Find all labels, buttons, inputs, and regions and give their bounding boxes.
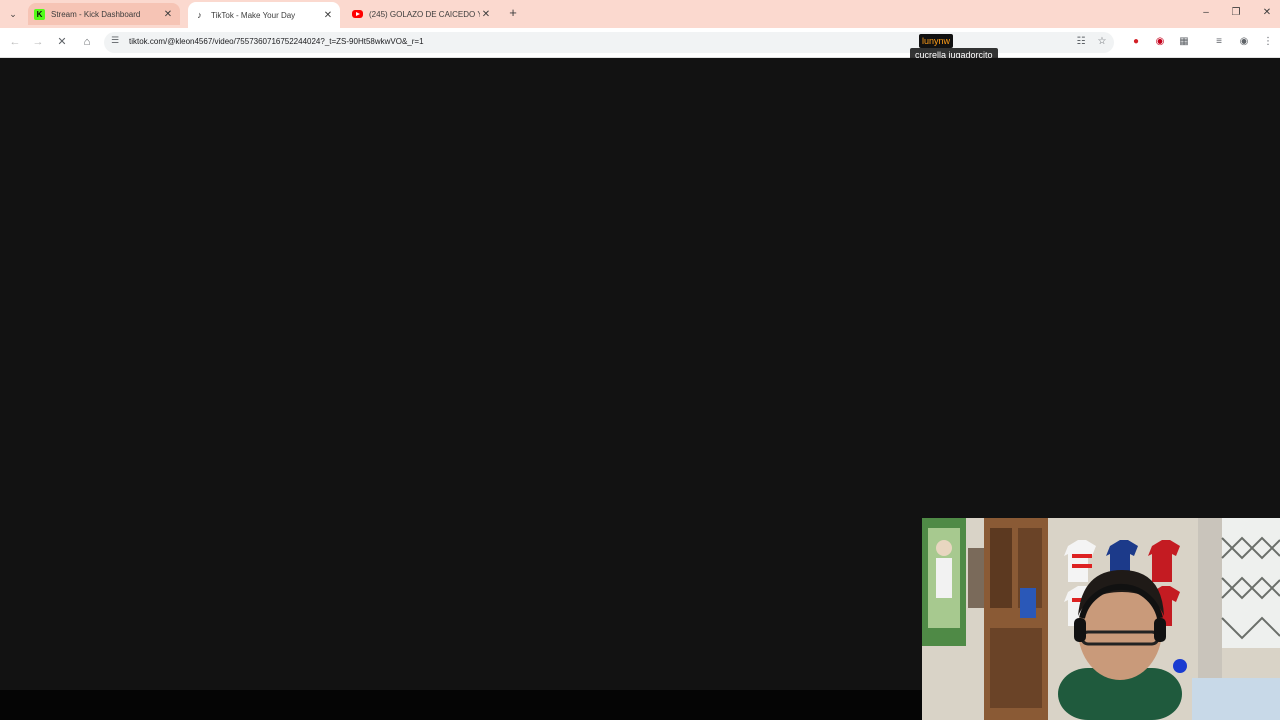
- browser-toolbar: ← → ✕ ⌂ ☰ tiktok.com/@kleon4567/video/75…: [0, 28, 1280, 58]
- new-tab-button[interactable]: +: [505, 5, 521, 21]
- reading-list-icon[interactable]: ≡: [1212, 35, 1226, 49]
- close-icon[interactable]: ✕: [322, 10, 334, 21]
- webcam-scene: [922, 518, 1280, 720]
- page-bottom-band: [0, 690, 922, 720]
- tiktok-icon: ♪: [197, 10, 202, 20]
- tab-kick-dashboard[interactable]: K Stream - Kick Dashboard ✕: [28, 3, 180, 25]
- tab-title: TikTok - Make Your Day: [211, 10, 296, 20]
- extension-icon[interactable]: ●: [1129, 35, 1143, 49]
- url-text: tiktok.com/@kleon4567/video/755736071675…: [129, 37, 424, 46]
- tab-strip: ⌄ K Stream - Kick Dashboard ✕ ♪ TikTok -…: [0, 0, 1280, 28]
- site-info-icon[interactable]: ☰: [111, 35, 119, 46]
- tab-youtube[interactable]: (245) GOLAZO DE CAICEDO Y ✕: [346, 3, 498, 25]
- stop-loading-icon[interactable]: ✕: [54, 34, 70, 50]
- home-icon[interactable]: ⌂: [79, 34, 95, 50]
- minimize-icon[interactable]: –: [1195, 5, 1217, 21]
- extensions-puzzle-icon[interactable]: ▦: [1177, 35, 1191, 49]
- translate-icon[interactable]: ☷: [1074, 35, 1088, 49]
- profile-avatar-icon[interactable]: ◉: [1237, 35, 1251, 49]
- extension-icon[interactable]: ◉: [1153, 35, 1167, 49]
- tab-title: Stream - Kick Dashboard: [51, 9, 141, 19]
- chat-username: lunynw: [919, 34, 954, 48]
- close-icon[interactable]: ✕: [480, 9, 492, 20]
- restore-icon[interactable]: ❐: [1225, 5, 1247, 21]
- forward-icon[interactable]: →: [30, 34, 46, 50]
- back-icon[interactable]: ←: [7, 34, 23, 50]
- tab-search-chevron-icon[interactable]: ⌄: [4, 5, 22, 23]
- bookmark-star-icon[interactable]: ☆: [1095, 35, 1109, 49]
- close-window-icon[interactable]: ✕: [1256, 5, 1278, 21]
- webcam-overlay: [922, 518, 1280, 720]
- youtube-icon: [352, 10, 363, 18]
- kick-icon: K: [34, 8, 45, 20]
- menu-kebab-icon[interactable]: ⋮: [1261, 35, 1275, 49]
- close-icon[interactable]: ✕: [162, 9, 174, 20]
- tab-tiktok[interactable]: ♪ TikTok - Make Your Day ✕: [188, 2, 340, 28]
- tab-title: (245) GOLAZO DE CAICEDO Y: [369, 9, 480, 19]
